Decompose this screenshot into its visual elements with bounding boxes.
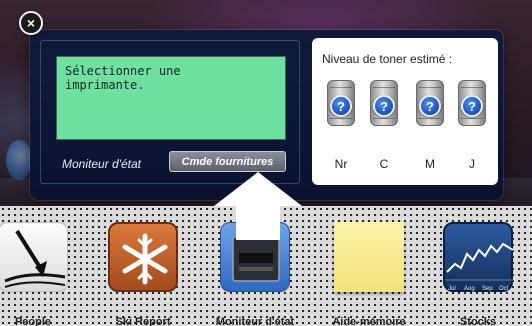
stocks-chart-icon: Jul Aug Sep Oct xyxy=(443,222,515,292)
people-icon xyxy=(0,222,68,292)
dock-item-people[interactable]: People xyxy=(0,220,72,326)
dock-label-notes: Aide-mémoire xyxy=(332,316,406,326)
safari-compass-icon xyxy=(6,140,32,180)
dock-item-notes[interactable]: Aide-mémoire xyxy=(330,220,408,326)
dock-item-ski-report[interactable]: Ski Report xyxy=(104,220,182,326)
stocks-axis-label: Sep xyxy=(482,286,493,292)
unknown-level-icon: ? xyxy=(419,95,441,117)
unknown-level-icon: ? xyxy=(330,95,352,117)
dock-label-stocks: Stocks xyxy=(459,316,497,326)
toner-title: Niveau de toner estimé : xyxy=(322,52,453,66)
toner-label-cyan: C xyxy=(379,157,389,171)
unknown-level-icon: ? xyxy=(461,95,483,117)
snowflake-icon xyxy=(108,222,178,292)
toner-label-yellow: J xyxy=(469,157,475,171)
dock-label-people: People xyxy=(14,316,52,326)
up-arrow-icon xyxy=(214,172,302,240)
dock-label-ski-report: Ski Report xyxy=(115,316,171,326)
order-supplies-button[interactable]: Cmde fournitures xyxy=(169,151,286,172)
unknown-level-icon: ? xyxy=(373,95,395,117)
dock-item-stocks[interactable]: Jul Aug Sep Oct Stocks xyxy=(439,220,517,326)
stocks-axis-label: Aug xyxy=(464,286,475,292)
close-widget-button[interactable]: × xyxy=(19,11,43,35)
toner-label-magenta: M xyxy=(425,157,435,171)
sticky-note-icon xyxy=(334,222,404,292)
dock-label-status-monitor: Moniteur d'état xyxy=(215,316,295,326)
toner-label-black: Nr xyxy=(334,157,348,171)
status-monitor-label: Moniteur d'état xyxy=(62,157,142,171)
status-display: Sélectionner une imprimante. xyxy=(56,56,286,140)
stocks-axis-label: Jul xyxy=(448,286,456,292)
stocks-axis-label: Oct xyxy=(499,286,509,292)
